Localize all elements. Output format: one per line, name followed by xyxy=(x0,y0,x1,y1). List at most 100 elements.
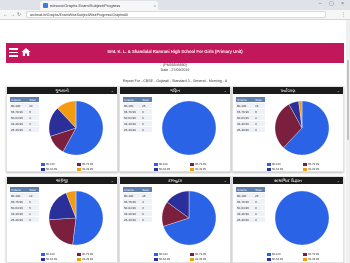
table-row: 25-49.99 0 xyxy=(123,126,152,132)
card-header: પર્યાવરણ ⌄ xyxy=(233,87,343,94)
pie-slice[interactable] xyxy=(48,217,77,246)
card-header: અંગ્રેજી ⌄ xyxy=(7,177,117,184)
legend-item[interactable]: 50-64.99 xyxy=(154,167,190,171)
legend-item[interactable]: 33-49.99 xyxy=(77,167,113,171)
legend-item[interactable]: 80-100 xyxy=(267,162,303,166)
criteria-cell: 25-49.99 xyxy=(236,216,255,222)
legend-swatch xyxy=(77,253,81,256)
home-icon[interactable] xyxy=(21,47,31,57)
legend-item[interactable]: 33-49.99 xyxy=(190,167,226,171)
legend-label: 65-79.99 xyxy=(195,252,207,256)
legend-item[interactable]: 80-100 xyxy=(41,162,77,166)
chart-legend: 80-10065-79.9950-64.9933-49.9925-49.99 xyxy=(154,162,230,171)
hamburger-icon[interactable] xyxy=(9,48,18,57)
legend-item[interactable]: 65-79.99 xyxy=(190,252,226,256)
criteria-cell: 25-49.99 xyxy=(123,216,142,222)
chevron-icon[interactable]: ⌄ xyxy=(337,178,340,183)
legend-item[interactable]: 65-79.99 xyxy=(77,162,113,166)
table-row: 25-49.99 0 xyxy=(236,126,265,132)
chevron-icon[interactable]: ⌄ xyxy=(111,88,114,93)
legend-item[interactable]: 65-79.99 xyxy=(303,162,339,166)
pie-slice[interactable] xyxy=(161,100,217,156)
count-cell: 0 xyxy=(254,216,265,222)
tab-title: ednovo/Graphs Exam/Subject/Progress xyxy=(50,3,121,8)
pie-chart xyxy=(274,190,330,246)
legend-label: 33-49.99 xyxy=(82,167,94,171)
window-controls[interactable]: – ▢ × xyxy=(319,1,347,7)
legend-swatch xyxy=(190,163,194,166)
legend-swatch xyxy=(267,168,271,171)
legend-item[interactable]: 80-100 xyxy=(154,252,190,256)
chevron-icon[interactable]: ⌄ xyxy=(337,88,340,93)
chart-legend: 80-10065-79.9950-64.9933-49.9925-49.99 xyxy=(41,162,117,171)
legend-label: 50-64.99 xyxy=(272,257,284,261)
legend-label: 65-79.99 xyxy=(82,162,94,166)
legend-item[interactable]: 50-64.99 xyxy=(41,167,77,171)
legend-swatch xyxy=(190,253,194,256)
legend-label: 80-100 xyxy=(159,162,168,166)
legend-label: 50-64.99 xyxy=(159,167,171,171)
legend-swatch xyxy=(41,163,45,166)
legend-item[interactable]: 50-64.99 xyxy=(154,257,190,261)
legend-item[interactable]: 50-64.99 xyxy=(267,257,303,261)
page-scrollbar[interactable] xyxy=(346,20,350,263)
count-cell: 0 xyxy=(254,126,265,132)
legend-label: 33-49.99 xyxy=(308,167,320,171)
legend-label: 80-100 xyxy=(272,252,281,256)
legend-item[interactable]: 33-49.99 xyxy=(303,257,339,261)
legend-item[interactable]: 33-49.99 xyxy=(77,257,113,261)
subject-card: ગણિત ⌄ Criteria Total 80-100 25 65-79.99 0 50-64… xyxy=(119,86,231,172)
card-title: પર્યાવરણ xyxy=(280,88,296,93)
legend-swatch xyxy=(267,253,271,256)
close-icon[interactable]: × xyxy=(154,1,156,10)
legend-swatch xyxy=(190,168,194,171)
legend-swatch xyxy=(41,168,45,171)
table-row: 25-49.99 0 xyxy=(10,126,39,132)
legend-swatch xyxy=(154,163,158,166)
legend-label: 33-49.99 xyxy=(195,167,207,171)
browser-tab[interactable]: ednovo/Graphs Exam/Subject/Progress × xyxy=(40,1,158,10)
school-name: Smt. K. L. & Shandalal Ramrani High Scho… xyxy=(107,49,243,54)
reload-icon[interactable]: ↻ xyxy=(17,11,21,19)
card-header: ગુજરાતી ⌄ xyxy=(7,87,117,94)
legend-label: 65-79.99 xyxy=(195,162,207,166)
legend-swatch xyxy=(154,258,158,261)
legend-item[interactable]: 65-79.99 xyxy=(303,252,339,256)
card-title: ગુજરાતી xyxy=(55,88,69,93)
count-cell: 0 xyxy=(28,126,39,132)
legend-label: 80-100 xyxy=(46,252,55,256)
criteria-cell: 25-49.99 xyxy=(10,126,29,132)
criteria-table: Criteria Total 80-100 25 65-79.99 0 50-64.99 0 3… xyxy=(236,187,265,222)
legend-item[interactable]: 80-100 xyxy=(154,162,190,166)
legend-item[interactable]: 33-49.99 xyxy=(190,257,226,261)
card-header: સામાજિક વિજ્ઞાન ⌄ xyxy=(233,177,343,184)
chart-legend: 80-10065-79.9950-64.9933-49.9925-49.99 xyxy=(267,252,343,262)
pie-chart xyxy=(48,100,104,156)
legend-item[interactable]: 50-64.99 xyxy=(41,257,77,261)
legend-item[interactable]: 50-64.99 xyxy=(267,167,303,171)
pie-chart xyxy=(274,100,330,156)
criteria-cell: 25-49.99 xyxy=(236,126,255,132)
legend-item[interactable]: 33-49.99 xyxy=(303,167,339,171)
legend-item[interactable]: 65-79.99 xyxy=(77,252,113,256)
back-icon[interactable]: ← xyxy=(3,11,8,19)
forward-icon[interactable]: → xyxy=(10,11,15,19)
card-header: કમ્પ્યુટર ⌄ xyxy=(120,177,230,184)
url-input[interactable]: archeat.in/Graphs/ExamWiseSubjectWisePro… xyxy=(26,11,326,18)
browser-tab-bar: ednovo/Graphs Exam/Subject/Progress × – … xyxy=(0,0,350,10)
legend-item[interactable]: 65-79.99 xyxy=(190,162,226,166)
chevron-icon[interactable]: ⌄ xyxy=(224,88,227,93)
school-info: (PM05549550) Date - 27/09/2019 xyxy=(6,63,344,73)
legend-item[interactable]: 80-100 xyxy=(267,252,303,256)
chevron-icon[interactable]: ⌄ xyxy=(111,178,114,183)
report-date: Date - 27/09/2019 xyxy=(160,68,190,72)
pie-slice[interactable] xyxy=(72,190,104,246)
pie-slice[interactable] xyxy=(274,190,330,246)
browser-menu-icon[interactable]: ⋮ xyxy=(341,11,346,19)
legend-item[interactable]: 80-100 xyxy=(41,252,77,256)
report-for: Report For - CBSE - Gujarati - Standard … xyxy=(122,79,228,83)
chevron-icon[interactable]: ⌄ xyxy=(224,178,227,183)
legend-label: 50-64.99 xyxy=(272,167,284,171)
legend-swatch xyxy=(190,258,194,261)
scroll-thumb[interactable] xyxy=(347,60,349,140)
